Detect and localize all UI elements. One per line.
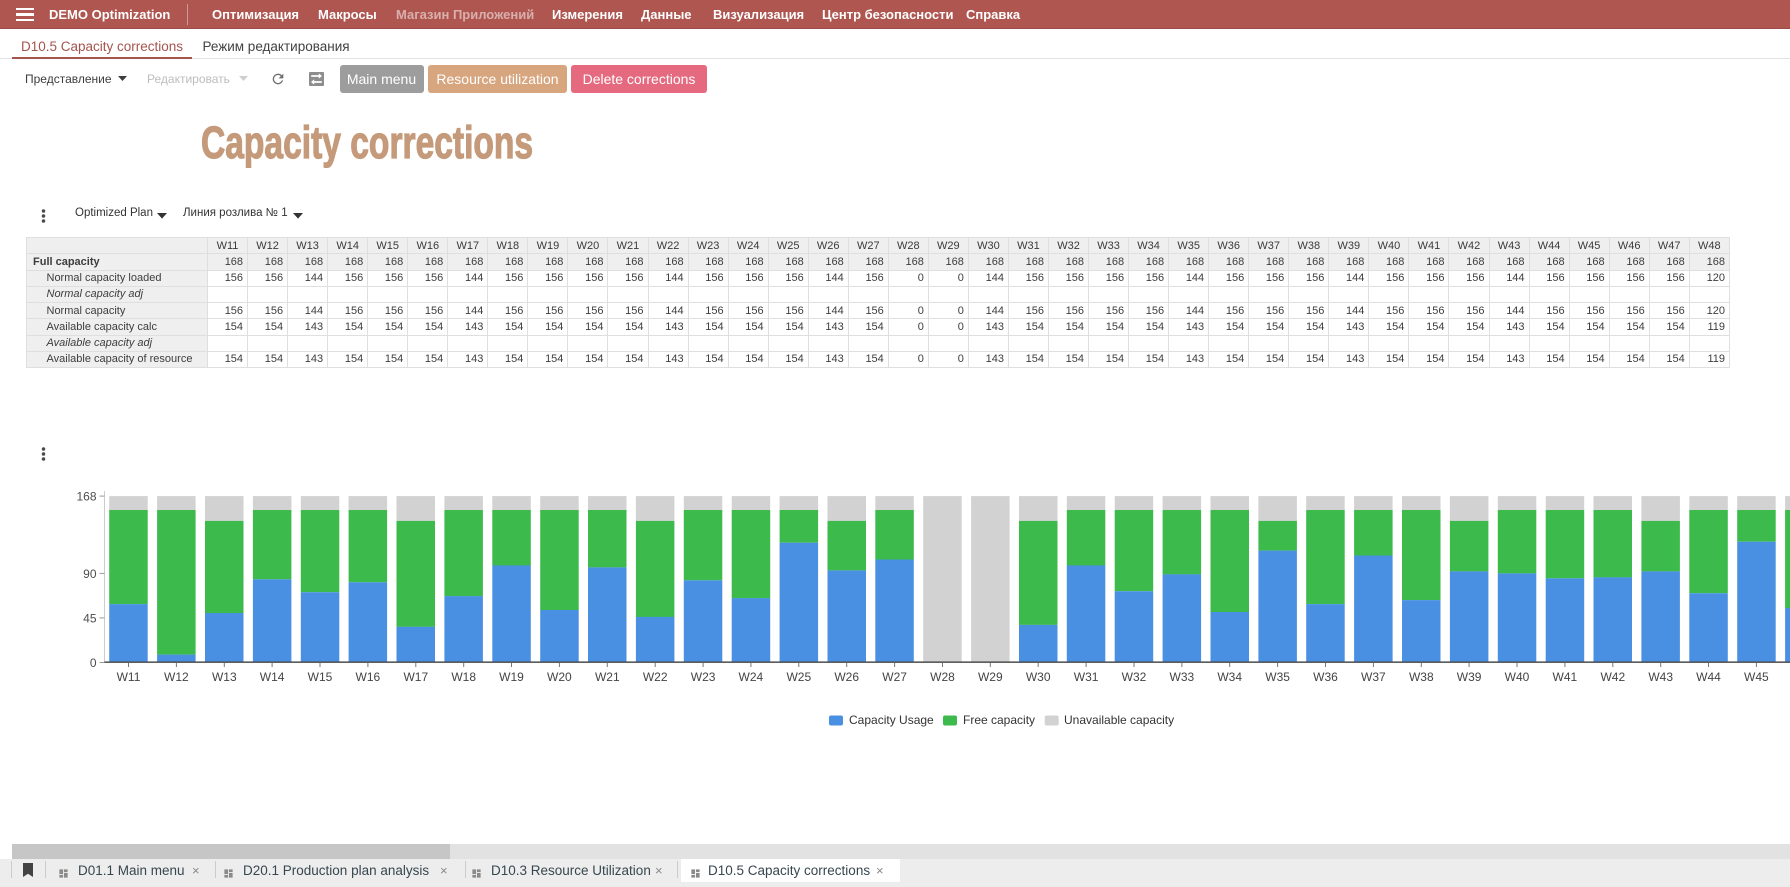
svg-text:W43: W43	[1648, 670, 1673, 684]
svg-text:W15: W15	[308, 670, 333, 684]
svg-text:W41: W41	[1553, 670, 1578, 684]
svg-text:W19: W19	[499, 670, 524, 684]
svg-text:168: 168	[76, 490, 96, 504]
svg-text:W26: W26	[834, 670, 859, 684]
svg-text:0: 0	[90, 656, 97, 670]
svg-text:W13: W13	[212, 670, 237, 684]
svg-text:W30: W30	[1026, 670, 1051, 684]
svg-text:90: 90	[83, 567, 97, 581]
svg-text:W37: W37	[1361, 670, 1386, 684]
svg-text:W31: W31	[1074, 670, 1099, 684]
svg-text:45: 45	[83, 611, 97, 625]
svg-text:W21: W21	[595, 670, 620, 684]
svg-text:W23: W23	[691, 670, 716, 684]
svg-text:W11: W11	[117, 670, 141, 684]
svg-text:W20: W20	[547, 670, 572, 684]
svg-text:W39: W39	[1457, 670, 1482, 684]
svg-text:W12: W12	[164, 670, 189, 684]
svg-text:W28: W28	[930, 670, 955, 684]
svg-text:W32: W32	[1122, 670, 1147, 684]
svg-text:W22: W22	[643, 670, 668, 684]
svg-text:W27: W27	[882, 670, 907, 684]
svg-text:Unavailable capacity: Unavailable capacity	[1064, 713, 1174, 727]
svg-text:W18: W18	[451, 670, 476, 684]
svg-text:W29: W29	[978, 670, 1003, 684]
svg-text:W34: W34	[1217, 670, 1242, 684]
svg-text:W42: W42	[1600, 670, 1625, 684]
svg-text:W45: W45	[1744, 670, 1769, 684]
svg-text:W35: W35	[1265, 670, 1290, 684]
svg-text:W36: W36	[1313, 670, 1338, 684]
svg-text:W17: W17	[403, 670, 428, 684]
svg-text:W14: W14	[260, 670, 285, 684]
svg-text:W24: W24	[739, 670, 764, 684]
svg-text:Capacity Usage: Capacity Usage	[849, 713, 934, 727]
svg-text:W33: W33	[1170, 670, 1195, 684]
svg-text:W16: W16	[356, 670, 381, 684]
svg-text:W25: W25	[786, 670, 811, 684]
svg-text:W44: W44	[1696, 670, 1721, 684]
svg-text:W40: W40	[1505, 670, 1530, 684]
svg-text:W38: W38	[1409, 670, 1434, 684]
svg-text:Free capacity: Free capacity	[963, 713, 1035, 727]
